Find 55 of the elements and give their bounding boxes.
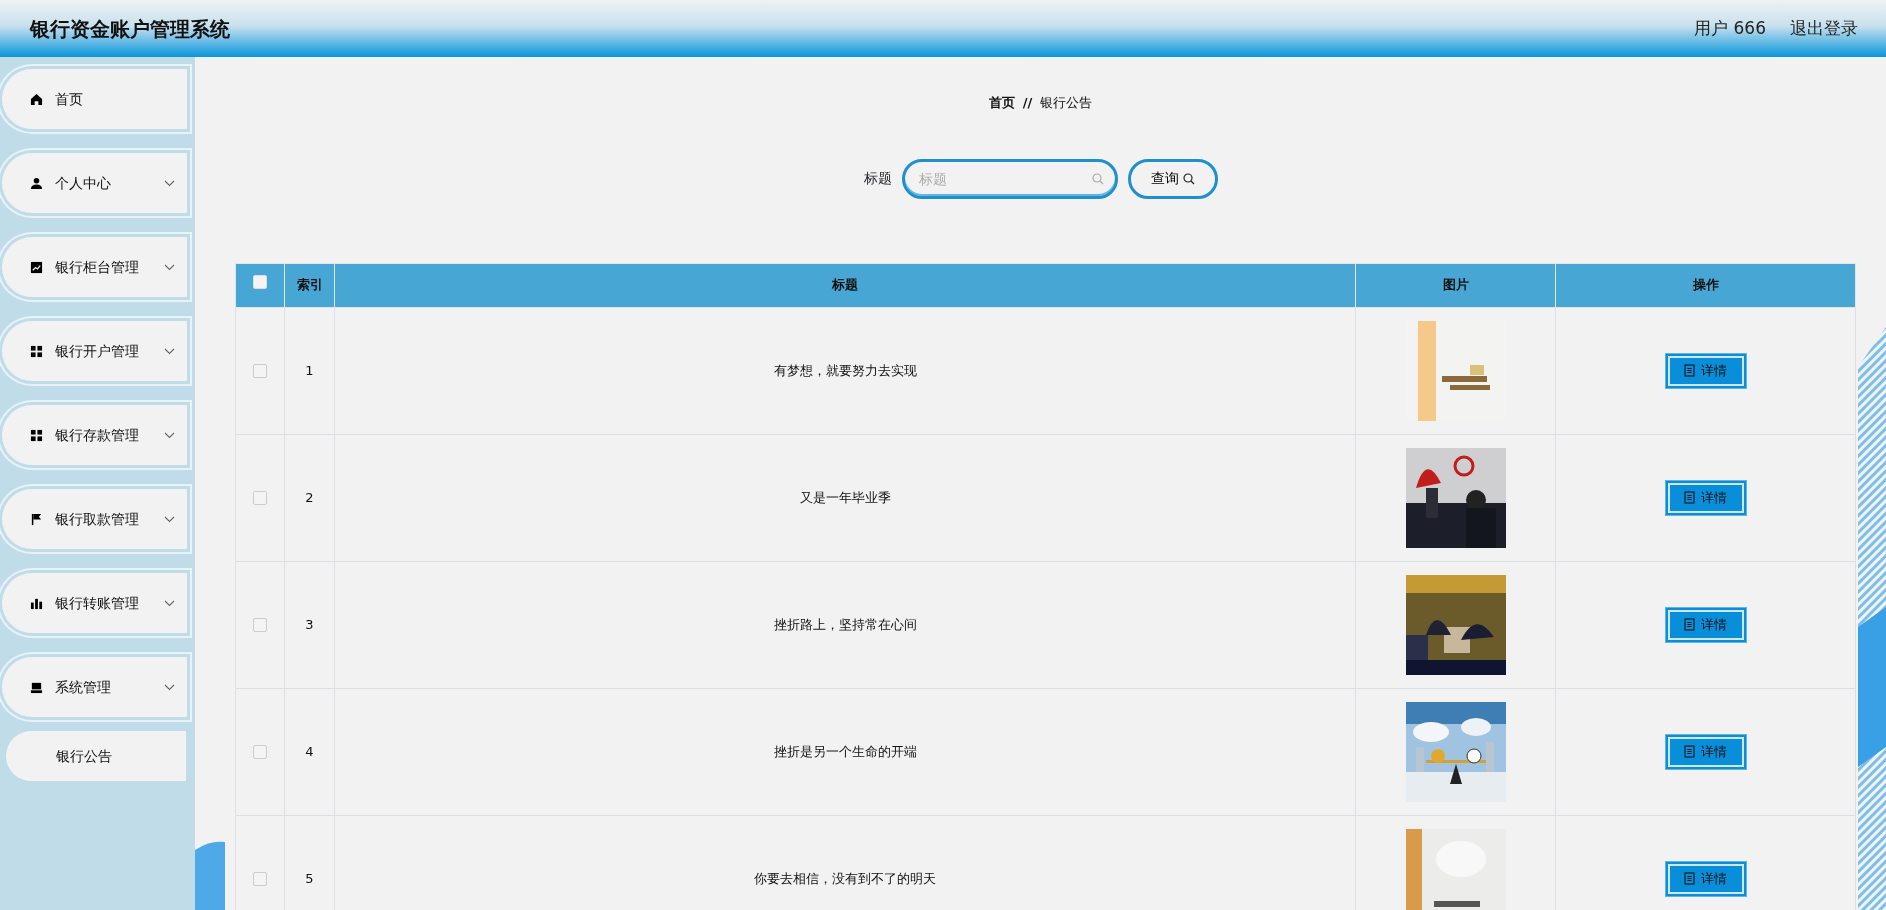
table-cell: 又是一年毕业季 (334, 434, 1356, 561)
column-header: 索引 (284, 263, 335, 307)
breadcrumb-current: 银行公告 (1040, 94, 1093, 112)
table-cell: 4 (284, 688, 335, 815)
bar-chart-icon (30, 596, 43, 610)
home-icon (30, 92, 43, 106)
search-label: 标题 (863, 169, 892, 188)
grid-icon (30, 428, 43, 442)
chevron-icon (164, 347, 175, 355)
document-icon (1684, 618, 1695, 631)
chevron-icon (164, 515, 175, 523)
column-header: 图片 (1355, 263, 1556, 307)
table-cell: 1 (284, 307, 335, 434)
app-title: 银行资金账户管理系统 (30, 15, 230, 43)
document-icon (1684, 491, 1695, 504)
chevron-icon (164, 179, 175, 187)
table-cell: 2 (284, 434, 335, 561)
details-button[interactable]: 详情 (1665, 353, 1746, 388)
grid-icon (30, 344, 43, 358)
row-checkbox[interactable] (253, 364, 267, 379)
details-button[interactable]: 详情 (1665, 607, 1746, 642)
search-field[interactable]: 标题 (901, 158, 1118, 199)
sidebar-subitem[interactable]: 银行公告 (6, 731, 186, 781)
user-name: 用户 666 (1694, 16, 1766, 40)
person-icon (30, 176, 43, 190)
search-button[interactable]: 查询 (1127, 158, 1218, 199)
row-checkbox[interactable] (253, 618, 267, 633)
table-cell: 挫折是另一个生命的开端 (334, 688, 1356, 815)
chevron-icon (164, 599, 175, 607)
chevron-icon (164, 683, 175, 691)
row-checkbox[interactable] (253, 872, 267, 887)
column-header: 标题 (334, 263, 1356, 307)
document-icon (1684, 745, 1695, 758)
table-cell: 有梦想，就要努力去实现 (334, 307, 1356, 434)
chevron-icon (164, 263, 175, 271)
table-cell: 挫折路上，坚持常在心间 (334, 561, 1356, 688)
chart-icon (30, 260, 43, 274)
search-icon (1091, 172, 1104, 185)
details-button[interactable]: 详情 (1665, 734, 1746, 769)
table-cell: 3 (284, 561, 335, 688)
flag-icon (30, 512, 43, 526)
tray-icon (30, 680, 43, 694)
details-button[interactable]: 详情 (1665, 480, 1746, 515)
breadcrumb-link[interactable]: 首页 (988, 93, 1015, 113)
breadcrumb-separator: // (1022, 94, 1033, 112)
column-header: 操作 (1555, 263, 1856, 307)
details-button[interactable]: 详情 (1665, 861, 1746, 896)
document-icon (1684, 364, 1695, 377)
select-all-checkbox[interactable] (253, 275, 267, 290)
chevron-icon (164, 431, 175, 439)
search-icon (1182, 172, 1195, 185)
row-checkbox[interactable] (253, 745, 267, 760)
row-checkbox[interactable] (253, 491, 267, 506)
document-icon (1684, 872, 1695, 885)
logout-link[interactable]: 退出登录 (1790, 15, 1858, 42)
